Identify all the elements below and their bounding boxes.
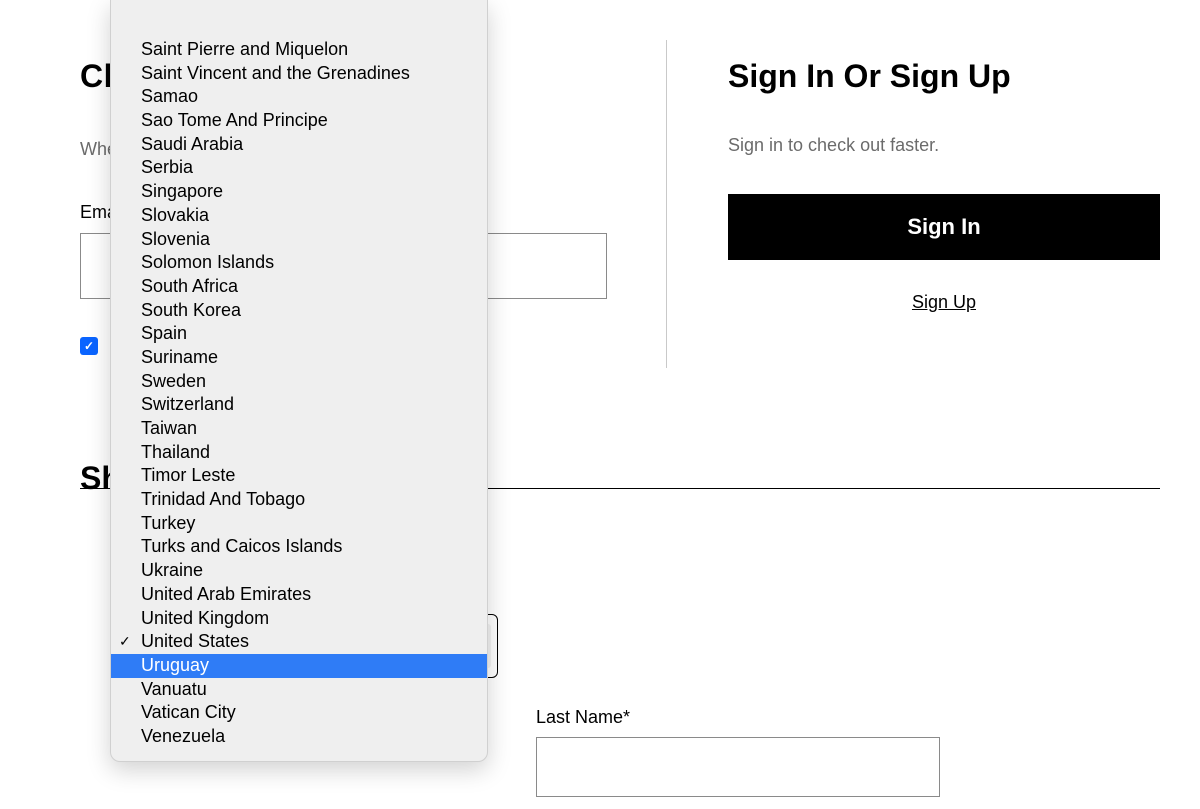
column-divider	[666, 40, 667, 368]
country-option-label: Trinidad And Tobago	[141, 488, 305, 512]
country-option[interactable]: Venezuela	[111, 725, 487, 749]
country-option[interactable]: Serbia	[111, 156, 487, 180]
country-option-label: Sao Tome And Principe	[141, 109, 328, 133]
signin-heading: Sign In Or Sign Up	[728, 58, 1160, 95]
country-option-label: Ukraine	[141, 559, 203, 583]
country-option[interactable]: Singapore	[111, 180, 487, 204]
country-option[interactable]: Vanuatu	[111, 678, 487, 702]
last-name-label: Last Name*	[536, 707, 630, 728]
country-option[interactable]: Samao	[111, 85, 487, 109]
country-option[interactable]: United Arab Emirates	[111, 583, 487, 607]
country-option-label: Singapore	[141, 180, 223, 204]
country-option[interactable]: Turks and Caicos Islands	[111, 535, 487, 559]
country-option[interactable]: Sao Tome And Principe	[111, 109, 487, 133]
country-option[interactable]: Solomon Islands	[111, 251, 487, 275]
country-option-label: Timor Leste	[141, 464, 235, 488]
country-option[interactable]: Saint Pierre and Miquelon	[111, 38, 487, 62]
country-option[interactable]: Sweden	[111, 370, 487, 394]
country-option-label: Slovenia	[141, 228, 210, 252]
country-option-label: United States	[141, 630, 249, 654]
signin-button[interactable]: Sign In	[728, 194, 1160, 260]
signup-link[interactable]: Sign Up	[728, 292, 1160, 313]
country-option-label: Saudi Arabia	[141, 133, 243, 157]
country-option[interactable]: South Korea	[111, 299, 487, 323]
country-option-label: Turkey	[141, 512, 195, 536]
country-option-label: Saint Vincent and the Grenadines	[141, 62, 410, 86]
country-dropdown[interactable]: Saint Pierre and MiquelonSaint Vincent a…	[110, 0, 488, 762]
country-option[interactable]: United Kingdom	[111, 607, 487, 631]
country-option-label: United Kingdom	[141, 607, 269, 631]
signin-section: Sign In Or Sign Up Sign in to check out …	[728, 58, 1160, 313]
country-option[interactable]: Ukraine	[111, 559, 487, 583]
country-option-label: Slovakia	[141, 204, 209, 228]
country-option-label: Sweden	[141, 370, 206, 394]
country-option-label: Solomon Islands	[141, 251, 274, 275]
country-option[interactable]: Slovenia	[111, 228, 487, 252]
opt-in-checkbox[interactable]: ✓	[80, 337, 98, 355]
country-option[interactable]: South Africa	[111, 275, 487, 299]
country-option[interactable]: Timor Leste	[111, 464, 487, 488]
country-option[interactable]: Slovakia	[111, 204, 487, 228]
country-option-label: South Korea	[141, 299, 241, 323]
country-option[interactable]: Switzerland	[111, 393, 487, 417]
country-option-label: Serbia	[141, 156, 193, 180]
country-option[interactable]: Turkey	[111, 512, 487, 536]
signin-subtext: Sign in to check out faster.	[728, 135, 1160, 156]
country-option[interactable]: Trinidad And Tobago	[111, 488, 487, 512]
country-option-label: Vatican City	[141, 701, 236, 725]
country-option-label: United Arab Emirates	[141, 583, 311, 607]
last-name-field[interactable]	[536, 737, 940, 797]
country-option[interactable]: ✓ United States	[111, 630, 487, 654]
country-option-label: Spain	[141, 322, 187, 346]
country-option-label: Switzerland	[141, 393, 234, 417]
check-icon: ✓	[119, 630, 131, 654]
country-option[interactable]: Saint Vincent and the Grenadines	[111, 62, 487, 86]
country-option-label: Uruguay	[141, 654, 209, 678]
country-option-label: Venezuela	[141, 725, 225, 749]
country-option[interactable]: Thailand	[111, 441, 487, 465]
country-option-label: South Africa	[141, 275, 238, 299]
country-option-label: Saint Pierre and Miquelon	[141, 38, 348, 62]
country-option[interactable]: Saudi Arabia	[111, 133, 487, 157]
country-option[interactable]: Taiwan	[111, 417, 487, 441]
country-option-label: Turks and Caicos Islands	[141, 535, 342, 559]
country-option-label: Samao	[141, 85, 198, 109]
country-option-label: Suriname	[141, 346, 218, 370]
country-option[interactable]: Uruguay	[111, 654, 487, 678]
country-option-label: Taiwan	[141, 417, 197, 441]
country-option[interactable]: Suriname	[111, 346, 487, 370]
country-option-label: Thailand	[141, 441, 210, 465]
country-option-label: Vanuatu	[141, 678, 207, 702]
country-option[interactable]: Vatican City	[111, 701, 487, 725]
country-option[interactable]: Spain	[111, 322, 487, 346]
